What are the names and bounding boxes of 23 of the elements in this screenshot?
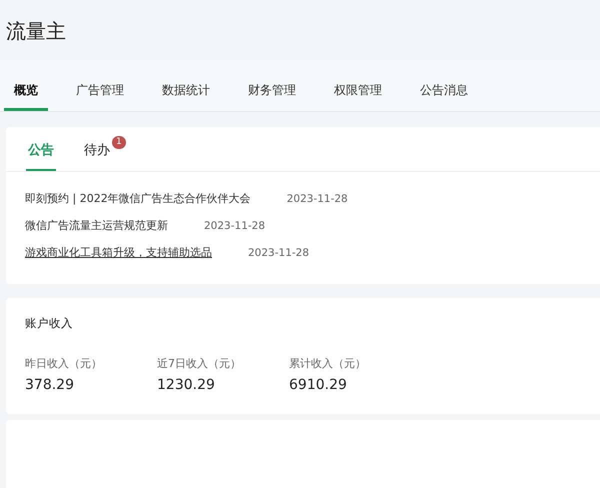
notice-link[interactable]: 即刻预约 | 2022年微信广告生态合作伙伴大会 <box>25 191 251 206</box>
nav-tab[interactable]: 公告消息 <box>410 82 478 111</box>
stat-label: 近7日收入（元） <box>157 356 242 371</box>
stat-value: 378.29 <box>25 377 75 393</box>
nav-tab[interactable]: 财务管理 <box>238 82 306 111</box>
notice-date: 2023-11-28 <box>248 246 310 258</box>
nav-tab[interactable]: 概览 <box>4 82 48 111</box>
notice-link[interactable]: 微信广告流量主运营规范更新 <box>25 218 168 233</box>
nav-tab[interactable]: 权限管理 <box>324 82 392 111</box>
stat-value: 6910.29 <box>289 377 348 393</box>
notice-link[interactable]: 游戏商业化工具箱升级，支持辅助选品 <box>25 245 212 260</box>
stat-label: 昨日收入（元） <box>25 356 103 371</box>
stat-value: 1230.29 <box>157 377 216 393</box>
stat-label: 累计收入（元） <box>289 356 367 371</box>
page-title: 流量主 <box>5 18 67 45</box>
notice-date: 2023-11-28 <box>286 192 348 204</box>
notice-tab[interactable]: 待办 <box>82 141 112 171</box>
notice-date: 2023-11-28 <box>204 220 266 232</box>
count-badge: 1 <box>112 136 126 149</box>
card-title: 账户收入 <box>24 315 74 332</box>
nav-tab[interactable]: 数据统计 <box>152 82 220 111</box>
notice-tab[interactable]: 公告 <box>26 141 56 171</box>
nav-tab[interactable]: 广告管理 <box>66 82 134 111</box>
